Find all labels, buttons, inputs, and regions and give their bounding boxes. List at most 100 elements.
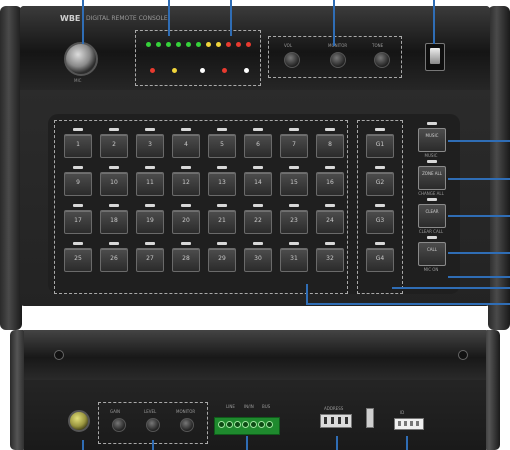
channel-key[interactable]: 20 (172, 204, 200, 234)
terminal-block[interactable] (214, 417, 280, 435)
id-connector[interactable] (394, 418, 424, 430)
channel-key-label: 13 (218, 179, 226, 186)
group-key-label: G3 (375, 217, 385, 224)
channel-key[interactable]: 16 (316, 166, 344, 196)
function-key-caption: CHANGE ALL (418, 191, 444, 196)
channel-key[interactable]: 17 (64, 204, 92, 234)
channel-key[interactable]: 30 (244, 242, 272, 272)
channel-key[interactable]: 28 (172, 242, 200, 272)
channel-key[interactable]: 8 (316, 128, 344, 158)
group-key[interactable]: G1 (366, 128, 394, 158)
terminal-pin (234, 421, 241, 428)
callout-line-channels-v (306, 284, 308, 304)
terminal-pin (258, 421, 265, 428)
channel-key-label: 1 (76, 141, 80, 148)
channel-key[interactable]: 25 (64, 242, 92, 272)
power-switch[interactable] (425, 43, 445, 71)
channel-key-label: 12 (182, 179, 190, 186)
level-led (186, 42, 191, 47)
callout-line-led-1 (168, 0, 170, 36)
status-led (244, 68, 249, 73)
channel-key[interactable]: 11 (136, 166, 164, 196)
channel-key-label: 15 (290, 179, 298, 186)
channel-key[interactable]: 2 (100, 128, 128, 158)
rear-callout-3 (246, 436, 248, 450)
mic-connector-icon[interactable] (64, 42, 98, 76)
channel-key[interactable]: 21 (208, 204, 236, 234)
channel-key[interactable]: 32 (316, 242, 344, 272)
rear-level-knob[interactable] (146, 418, 160, 432)
channel-key[interactable]: 7 (280, 128, 308, 158)
rear-callout-1 (82, 440, 84, 450)
function-key-label: CALL (427, 247, 437, 252)
channel-key[interactable]: 27 (136, 242, 164, 272)
callout-line-channels (306, 303, 510, 305)
channel-key-label: 3 (148, 141, 152, 148)
channel-key-label: 14 (254, 179, 262, 186)
monitor-knob[interactable] (330, 52, 346, 68)
rear-knob-label-1: GAIN (110, 409, 121, 414)
dip-lever[interactable] (338, 417, 341, 424)
level-led (176, 42, 181, 47)
channel-key[interactable]: 15 (280, 166, 308, 196)
terminal-label-2: IN/IN (244, 404, 254, 409)
channel-key[interactable]: 23 (280, 204, 308, 234)
channel-key[interactable]: 22 (244, 204, 272, 234)
channel-key-label: 23 (290, 217, 298, 224)
channel-key[interactable]: 3 (136, 128, 164, 158)
dip-lever[interactable] (331, 417, 334, 424)
function-key[interactable]: CALL (418, 236, 446, 266)
channel-key[interactable]: 26 (100, 242, 128, 272)
rear-top-strip (24, 330, 486, 380)
channel-key[interactable]: 19 (136, 204, 164, 234)
rear-audio-jack-icon[interactable] (68, 410, 90, 432)
rear-callout-4 (336, 436, 338, 450)
channel-key-label: 5 (220, 141, 224, 148)
channel-key[interactable]: 5 (208, 128, 236, 158)
terminal-label-3: BUS (262, 404, 271, 409)
rear-monitor-knob[interactable] (180, 418, 194, 432)
rear-gain-knob[interactable] (112, 418, 126, 432)
function-key[interactable]: ZONE ALL (418, 160, 446, 190)
channel-key[interactable]: 13 (208, 166, 236, 196)
channel-key[interactable]: 4 (172, 128, 200, 158)
dip-lever[interactable] (324, 417, 327, 424)
level-led (156, 42, 161, 47)
channel-key[interactable]: 10 (100, 166, 128, 196)
channel-key-label: 17 (74, 217, 82, 224)
group-key[interactable]: G3 (366, 204, 394, 234)
dip-lever[interactable] (345, 417, 348, 424)
terminal-pin (226, 421, 233, 428)
mic-label: MIC (74, 78, 82, 83)
callout-line-func-3 (448, 215, 510, 217)
group-key-label: G4 (375, 255, 385, 262)
link-switch[interactable] (366, 408, 374, 428)
channel-key[interactable]: 1 (64, 128, 92, 158)
group-key[interactable]: G2 (366, 166, 394, 196)
callout-line-power (433, 0, 435, 44)
status-led (150, 68, 155, 73)
function-key[interactable]: CLEAR (418, 198, 446, 228)
channel-key-label: 9 (76, 179, 80, 186)
channel-key[interactable]: 9 (64, 166, 92, 196)
led-meter-group (135, 30, 261, 86)
dip-switch[interactable] (320, 414, 352, 428)
group-key[interactable]: G4 (366, 242, 394, 272)
channel-key-label: 8 (328, 141, 332, 148)
right-side-cap (488, 6, 510, 330)
channel-key-label: 4 (184, 141, 188, 148)
status-led (200, 68, 205, 73)
tone-knob[interactable] (374, 52, 390, 68)
function-key[interactable]: MUSIC (418, 122, 446, 152)
callout-line-knob (333, 0, 335, 46)
channel-key[interactable]: 24 (316, 204, 344, 234)
id-pin (416, 421, 419, 426)
knob-label-1: VOL (284, 43, 293, 48)
channel-key[interactable]: 12 (172, 166, 200, 196)
channel-key[interactable]: 6 (244, 128, 272, 158)
channel-key[interactable]: 14 (244, 166, 272, 196)
channel-key[interactable]: 29 (208, 242, 236, 272)
channel-key[interactable]: 18 (100, 204, 128, 234)
volume-knob[interactable] (284, 52, 300, 68)
channel-key[interactable]: 31 (280, 242, 308, 272)
